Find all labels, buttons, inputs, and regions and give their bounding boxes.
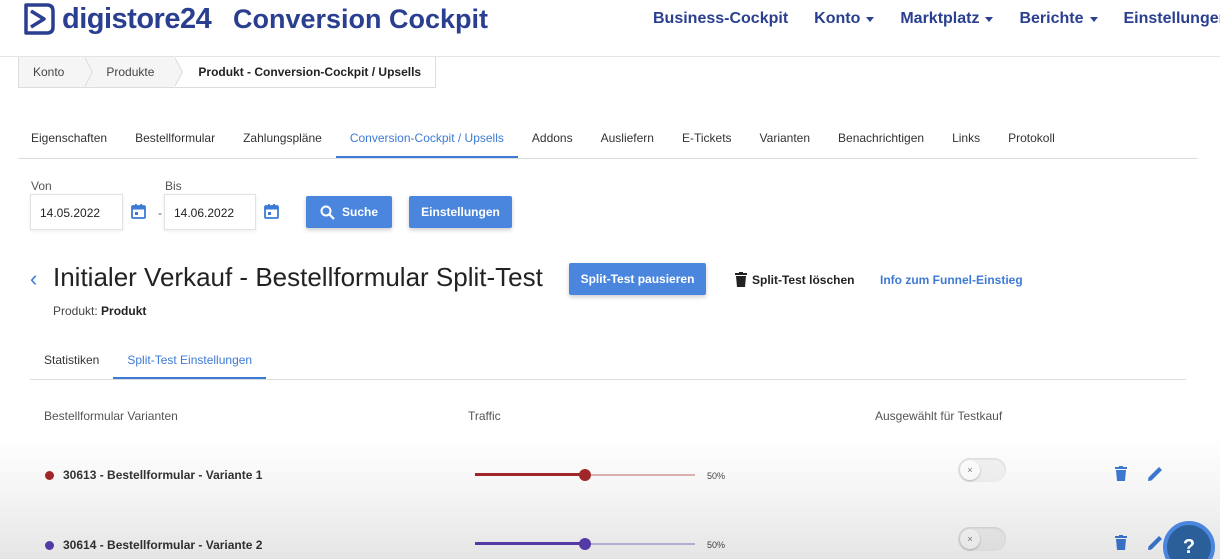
tab-benachrichtigen[interactable]: Benachrichtigen	[824, 120, 938, 158]
logo[interactable]: digistore24	[20, 2, 212, 36]
nav-einstellungen[interactable]: Einstellungen	[1124, 10, 1220, 28]
edit-pencil-icon[interactable]	[1147, 534, 1164, 551]
slider-fill	[475, 542, 585, 545]
search-icon	[320, 205, 335, 220]
variant-name: 30613 - Bestellformular - Variante 1	[63, 468, 263, 482]
product-line: Produkt: Produkt	[53, 304, 146, 318]
traffic-slider[interactable]	[475, 538, 695, 550]
traffic-percentage: 50%	[707, 471, 726, 481]
breadcrumb-label: Produkte	[106, 65, 155, 79]
nav-konto[interactable]: Konto	[814, 10, 875, 28]
slider-fill	[475, 473, 585, 476]
tab-ausliefern[interactable]: Ausliefern	[587, 120, 668, 158]
to-label: Bis	[165, 179, 182, 193]
calendar-icon[interactable]	[131, 204, 146, 219]
caret-down-icon	[866, 16, 875, 22]
digistore-logo-icon	[24, 3, 55, 35]
traffic-slider[interactable]	[475, 469, 695, 481]
pause-split-test-label: Split-Test pausieren	[580, 272, 695, 286]
nav-label: Einstellungen	[1123, 10, 1220, 27]
breadcrumb-current: Produkt - Conversion-Cockpit / Upsells	[174, 57, 436, 87]
breadcrumb-separator	[174, 57, 183, 87]
breadcrumb-label: Produkt - Conversion-Cockpit / Upsells	[198, 65, 422, 79]
test-purchase-toggle[interactable]: ×	[958, 527, 1006, 551]
page-title: Initialer Verkauf - Bestellformular Spli…	[53, 262, 543, 292]
trash-icon[interactable]	[1115, 535, 1127, 550]
variant-row-label: 30613 - Bestellformular - Variante 1	[45, 468, 262, 482]
product-name: Produkt	[101, 304, 147, 318]
top-header: digistore24 Conversion Cockpit Business-…	[0, 0, 1220, 57]
tab-split-test-einstellungen[interactable]: Split-Test Einstellungen	[113, 343, 267, 379]
tab-addons[interactable]: Addons	[518, 120, 587, 158]
tab-statistiken[interactable]: Statistiken	[30, 343, 113, 379]
tab-zahlungsplaene[interactable]: Zahlungspläne	[229, 120, 336, 158]
from-date-input[interactable]: 14.05.2022	[30, 194, 123, 230]
delete-split-test-button[interactable]: Split-Test löschen	[735, 272, 854, 287]
breadcrumb-label: Konto	[33, 65, 65, 79]
slider-thumb[interactable]	[579, 538, 591, 550]
tab-eigenschaften[interactable]: Eigenschaften	[18, 120, 121, 158]
trash-icon	[735, 272, 747, 287]
pause-split-test-button[interactable]: Split-Test pausieren	[569, 263, 706, 295]
settings-button[interactable]: Einstellungen	[409, 196, 512, 228]
back-chevron-icon[interactable]: ‹	[30, 266, 37, 292]
column-header-variants: Bestellformular Varianten	[44, 409, 178, 423]
tab-conversion-cockpit[interactable]: Conversion-Cockpit / Upsells	[335, 120, 518, 158]
breadcrumb-konto[interactable]: Konto	[19, 57, 94, 87]
nav-berichte[interactable]: Berichte	[1019, 10, 1098, 28]
column-header-traffic: Traffic	[468, 409, 501, 423]
top-navigation: Business-Cockpit Konto Marktplatz Berich…	[653, 10, 1220, 28]
breadcrumb: Konto Produkte Produkt - Conversion-Cock…	[18, 57, 437, 88]
tab-e-tickets[interactable]: E-Tickets	[668, 120, 746, 158]
product-prefix: Produkt:	[53, 304, 98, 318]
nav-label: Berichte	[1019, 10, 1084, 27]
nav-business-cockpit[interactable]: Business-Cockpit	[653, 10, 788, 28]
caret-down-icon	[985, 16, 994, 22]
tab-bestellformular[interactable]: Bestellformular	[121, 120, 229, 158]
split-test-tabs: Statistiken Split-Test Einstellungen	[30, 343, 1186, 380]
trash-icon[interactable]	[1115, 466, 1127, 481]
nav-label: Business-Cockpit	[653, 10, 789, 27]
app-title: Conversion Cockpit	[233, 4, 489, 34]
nav-label: Marktplatz	[900, 10, 980, 27]
variant-color-dot	[45, 470, 54, 480]
search-button[interactable]: Suche	[306, 196, 392, 228]
search-button-label: Suche	[341, 205, 378, 219]
from-label: Von	[31, 179, 52, 193]
breadcrumb-produkte[interactable]: Produkte	[84, 57, 184, 87]
funnel-info-link[interactable]: Info zum Funnel-Einstieg	[880, 273, 1023, 287]
edit-pencil-icon[interactable]	[1147, 465, 1164, 482]
variant-row-label: 30614 - Bestellformular - Variante 2	[45, 538, 262, 552]
to-date-input[interactable]: 14.06.2022	[164, 194, 256, 230]
test-purchase-toggle[interactable]: ×	[958, 458, 1006, 482]
settings-button-label: Einstellungen	[421, 205, 500, 219]
tab-protokoll[interactable]: Protokoll	[994, 120, 1069, 158]
nav-marktplatz[interactable]: Marktplatz	[900, 10, 994, 28]
column-header-selected: Ausgewählt für Testkauf	[875, 409, 1003, 423]
date-separator: -	[158, 206, 162, 220]
close-icon: ×	[960, 529, 980, 549]
help-button[interactable]: ?	[1163, 521, 1215, 559]
traffic-percentage: 50%	[707, 540, 726, 550]
delete-split-test-label: Split-Test löschen	[752, 272, 855, 287]
close-icon: ×	[960, 460, 980, 480]
tab-links[interactable]: Links	[938, 120, 994, 158]
calendar-icon[interactable]	[264, 204, 279, 219]
product-tabs: Eigenschaften Bestellformular Zahlungspl…	[18, 120, 1198, 159]
nav-label: Konto	[814, 10, 861, 27]
variant-color-dot	[45, 540, 54, 550]
tab-varianten[interactable]: Varianten	[746, 120, 824, 158]
caret-down-icon	[1089, 16, 1098, 22]
variant-name: 30614 - Bestellformular - Variante 2	[63, 538, 263, 552]
breadcrumb-separator	[84, 57, 93, 87]
logo-text: digistore24	[62, 2, 212, 35]
slider-thumb[interactable]	[579, 469, 591, 481]
